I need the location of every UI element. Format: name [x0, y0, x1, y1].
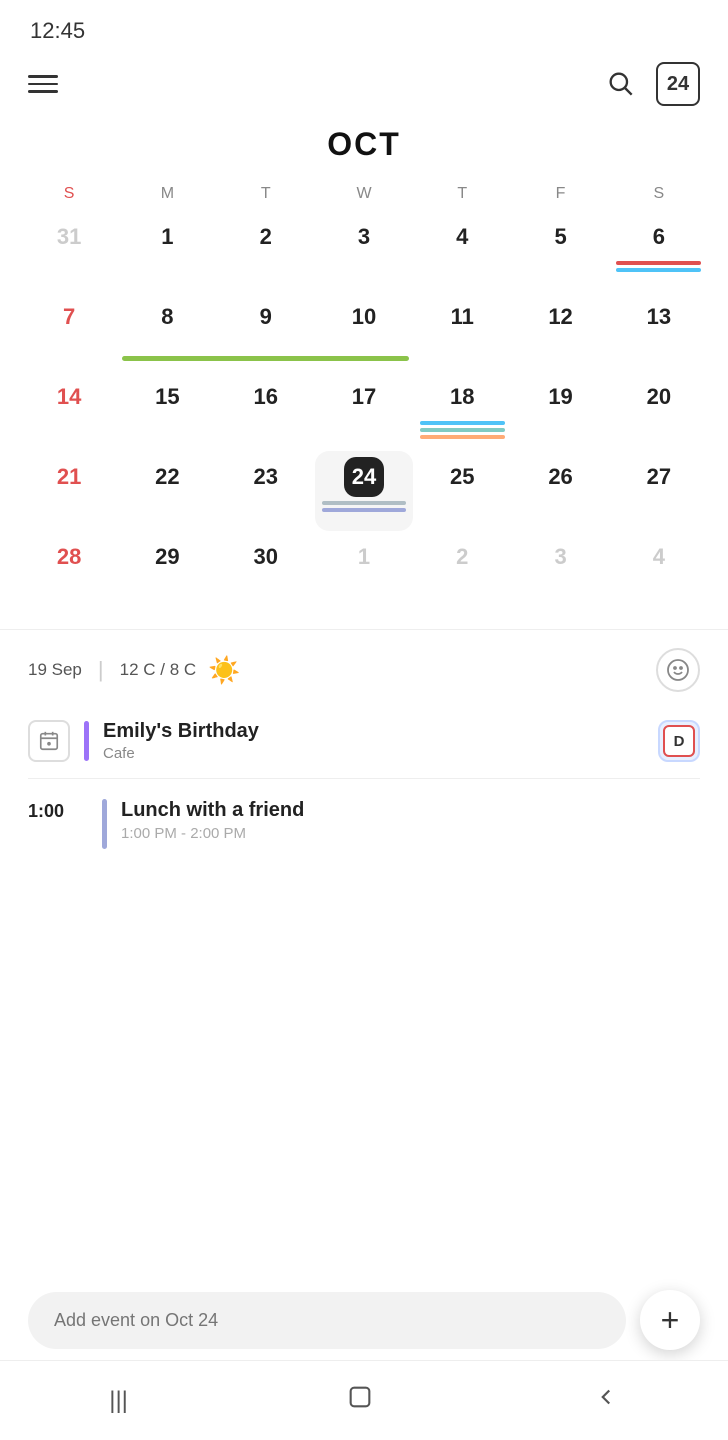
weather-temp: 12 C / 8 C: [120, 660, 197, 680]
cal-day-29[interactable]: 29: [118, 531, 216, 611]
cal-day-30[interactable]: 30: [217, 531, 315, 611]
calendar-section: OCT S M T W T F S 31 1 2 3 4 5 6: [0, 116, 728, 611]
calendar-week-4: 21 22 23 24 25 26 27: [20, 451, 708, 531]
cal-day-11[interactable]: 11: [413, 291, 511, 371]
cal-day-18[interactable]: 18: [413, 371, 511, 451]
plus-icon: +: [661, 1302, 680, 1339]
recent-icon: |||: [109, 1387, 128, 1414]
add-event-row: +: [0, 1290, 728, 1350]
cal-day-16[interactable]: 16: [217, 371, 315, 451]
event-color-indicator: [84, 721, 89, 761]
cal-day-19[interactable]: 19: [511, 371, 609, 451]
status-bar: 12:45: [0, 0, 728, 52]
event-bar: [616, 268, 701, 272]
weekday-fri: F: [511, 181, 609, 207]
app-icon[interactable]: D: [658, 720, 700, 762]
event-birthday[interactable]: Emily's Birthday Cafe D: [28, 710, 700, 772]
cal-day-21[interactable]: 21: [20, 451, 118, 531]
cal-day-27[interactable]: 27: [610, 451, 708, 531]
add-event-fab[interactable]: +: [640, 1290, 700, 1350]
calendar-icon: [28, 720, 70, 762]
toolbar-right: 24: [602, 62, 700, 106]
event-bar: [420, 428, 505, 432]
toolbar-left: [28, 75, 58, 93]
event-details: Emily's Birthday Cafe: [103, 720, 644, 762]
cal-day-14[interactable]: 14: [20, 371, 118, 451]
back-button[interactable]: [573, 1374, 639, 1427]
event-location: Cafe: [103, 745, 644, 762]
smiley-icon: [666, 658, 690, 682]
cal-day-13[interactable]: 13: [610, 291, 708, 371]
cal-day-23[interactable]: 23: [217, 451, 315, 531]
cal-day-nov3[interactable]: 3: [511, 531, 609, 611]
day-date-label: 19 Sep: [28, 660, 82, 680]
search-button[interactable]: [602, 65, 638, 104]
calendar-week-5: 28 29 30 1 2 3 4: [20, 531, 708, 611]
menu-button[interactable]: [28, 75, 58, 93]
cal-day-4[interactable]: 4: [413, 211, 511, 291]
cal-day-2[interactable]: 2: [217, 211, 315, 291]
cal-day-17[interactable]: 17: [315, 371, 413, 451]
cal-day-28[interactable]: 28: [20, 531, 118, 611]
event-title: Emily's Birthday: [103, 720, 644, 743]
cal-day-5[interactable]: 5: [511, 211, 609, 291]
span-event-bar-green: [122, 356, 409, 361]
cal-day-nov4[interactable]: 4: [610, 531, 708, 611]
recent-apps-button[interactable]: |||: [89, 1377, 148, 1425]
event-divider: [28, 778, 700, 779]
calendar-week-1: 31 1 2 3 4 5 6: [20, 211, 708, 291]
add-event-input[interactable]: [28, 1292, 626, 1349]
cal-day-3[interactable]: 3: [315, 211, 413, 291]
day-weather-row: 19 Sep | 12 C / 8 C ☀️: [28, 648, 700, 692]
home-button[interactable]: [326, 1373, 394, 1428]
weekday-wed: W: [315, 181, 413, 207]
search-icon: [606, 69, 634, 97]
cal-day-6[interactable]: 6: [610, 211, 708, 291]
back-icon: [593, 1384, 619, 1410]
day-events-section: 19 Sep | 12 C / 8 C ☀️: [0, 648, 728, 857]
calendar-week-2-container: 7 8 9 10 11 12 13: [20, 291, 708, 371]
mood-button[interactable]: [656, 648, 700, 692]
cal-day-1[interactable]: 1: [118, 211, 216, 291]
cal-day-15[interactable]: 15: [118, 371, 216, 451]
timed-event-details: Lunch with a friend 1:00 PM - 2:00 PM: [121, 799, 700, 842]
event-color-indicator: [102, 799, 107, 849]
cal-day-20[interactable]: 20: [610, 371, 708, 451]
event-bar: [420, 435, 505, 439]
cal-day-24[interactable]: 24: [315, 451, 413, 531]
calendar-week-3: 14 15 16 17 18 19 20: [20, 371, 708, 451]
cal-day-22[interactable]: 22: [118, 451, 216, 531]
cal-day-26[interactable]: 26: [511, 451, 609, 531]
event-bar: [322, 508, 407, 512]
cal-icon: [38, 730, 60, 752]
month-title: OCT: [20, 116, 708, 181]
weather-icon: ☀️: [208, 655, 240, 686]
cal-day-nov2[interactable]: 2: [413, 531, 511, 611]
status-time: 12:45: [30, 18, 85, 43]
event-bar: [616, 261, 701, 265]
event-lunch[interactable]: 1:00 Lunch with a friend 1:00 PM - 2:00 …: [28, 785, 700, 857]
home-icon: [346, 1383, 374, 1411]
cal-day-25[interactable]: 25: [413, 451, 511, 531]
weekday-sat: S: [610, 181, 708, 207]
weekday-mon: M: [118, 181, 216, 207]
section-divider: [0, 629, 728, 630]
cal-day-12[interactable]: 12: [511, 291, 609, 371]
event-bar: [420, 421, 505, 425]
weekday-sun: S: [20, 181, 118, 207]
cal-day-nov1[interactable]: 1: [315, 531, 413, 611]
today-badge[interactable]: 24: [656, 62, 700, 106]
timed-event-range: 1:00 PM - 2:00 PM: [121, 825, 700, 842]
cal-day-7[interactable]: 7: [20, 291, 118, 371]
timed-event-title: Lunch with a friend: [121, 799, 700, 822]
weekday-thu: T: [413, 181, 511, 207]
weekday-row: S M T W T F S: [20, 181, 708, 207]
cal-day-31[interactable]: 31: [20, 211, 118, 291]
event-bar: [322, 501, 407, 505]
event-time: 1:00: [28, 799, 88, 822]
bottom-nav: |||: [0, 1360, 728, 1440]
weekday-tue: T: [217, 181, 315, 207]
toolbar: 24: [0, 52, 728, 116]
